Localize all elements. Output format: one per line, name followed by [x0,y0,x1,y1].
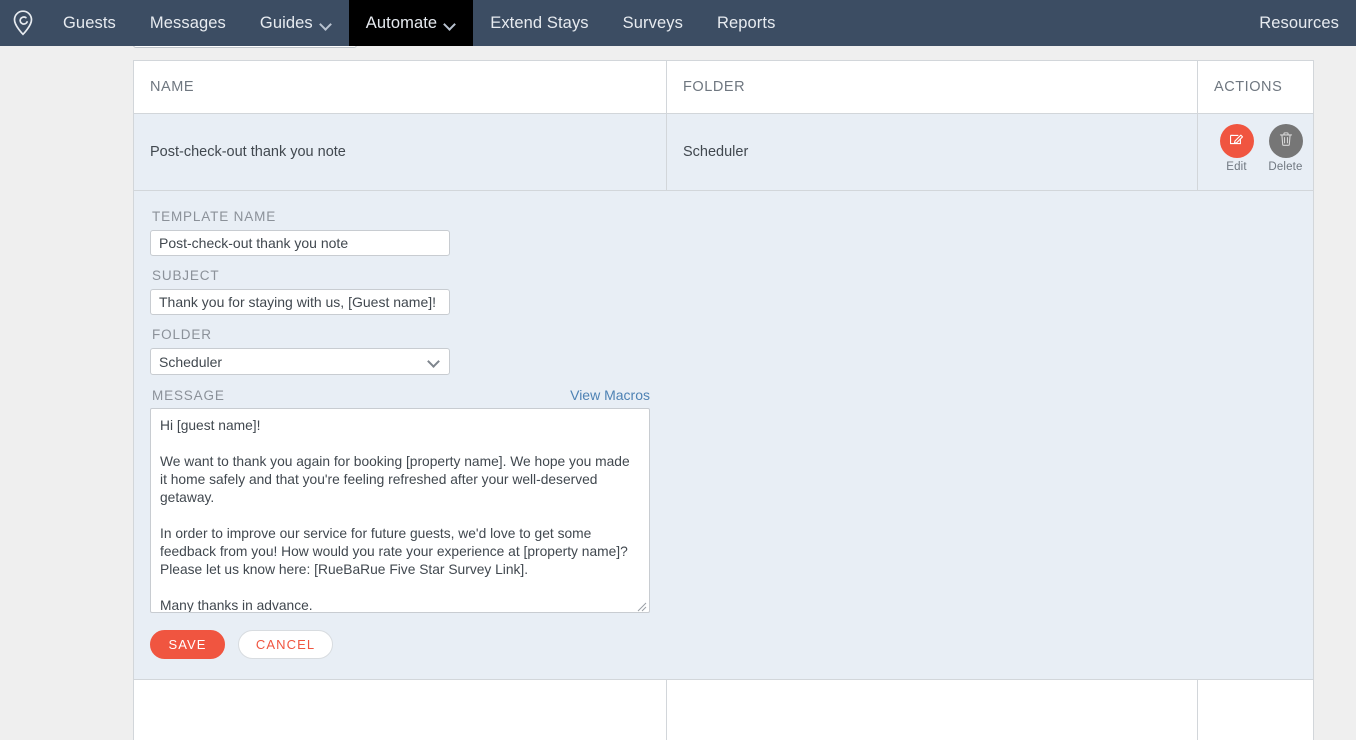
column-header-actions: ACTIONS [1214,79,1283,95]
subject-input[interactable] [150,289,450,315]
table-row[interactable] [134,680,1313,740]
pencil-square-icon [1228,131,1245,152]
field-subject: SUBJECT [150,268,1313,315]
nav-label: Surveys [622,13,683,32]
form-buttons: SAVE CANCEL [150,630,1313,659]
nav-item-resources[interactable]: Resources [1242,0,1356,46]
templates-table-header: NAME FOLDER ACTIONS [134,61,1313,114]
view-macros-link[interactable]: View Macros [570,387,650,403]
nav-item-reports[interactable]: Reports [700,0,792,46]
templates-panel: NAME FOLDER ACTIONS Post-check-out thank… [133,60,1314,740]
delete-button-label: Delete [1268,161,1303,173]
nav-label: Reports [716,13,776,32]
label-message: MESSAGE [152,388,225,403]
nav-label: Automate [365,13,438,32]
chevron-down-icon [445,20,456,27]
column-header-name: NAME [134,61,667,113]
cell-template-name: Post-check-out thank you note [134,114,667,190]
folder-select-wrapper: Scheduler [150,348,450,375]
label-folder: FOLDER [152,327,212,342]
nav-item-automate[interactable]: Automate [348,0,474,46]
edit-button-label: Edit [1226,161,1247,173]
secondary-nav-items: Resources [1242,0,1356,46]
nav-item-guides[interactable]: Guides [243,0,349,46]
field-folder: FOLDER Scheduler [150,327,1313,375]
nav-label: Guests [63,13,116,32]
nav-item-guests[interactable]: Guests [46,0,133,46]
field-message: MESSAGE View Macros Hi [guest name]! We … [150,387,1313,613]
chevron-down-icon [321,20,332,27]
cell-actions [1198,680,1313,740]
page-body: NAME FOLDER ACTIONS Post-check-out thank… [0,34,1356,740]
column-header-folder: FOLDER [667,61,1198,113]
cell-folder [667,680,1198,740]
label-template-name: TEMPLATE NAME [152,209,277,224]
save-button[interactable]: SAVE [150,630,225,659]
field-template-name: TEMPLATE NAME [150,209,1313,256]
cancel-button[interactable]: CANCEL [238,630,333,659]
nav-label: Guides [259,13,313,32]
message-header-row: MESSAGE View Macros [150,387,650,403]
primary-nav-items: Guests Messages Guides Automate Extend S… [46,0,792,46]
cell-folder: Scheduler [667,114,1198,190]
nav-label: Messages [149,13,226,32]
delete-button[interactable]: Delete [1261,124,1310,173]
message-textarea[interactable]: Hi [guest name]! We want to thank you ag… [150,408,650,613]
cell-actions: Edit Delete [1198,114,1313,190]
nav-item-extend-stays[interactable]: Extend Stays [473,0,605,46]
app-logo[interactable] [0,0,46,46]
top-navigation-bar: Guests Messages Guides Automate Extend S… [0,0,1356,46]
folder-select[interactable]: Scheduler [150,348,450,375]
table-row[interactable]: Post-check-out thank you note Scheduler [134,114,1313,191]
trash-icon [1278,131,1294,152]
template-name-input[interactable] [150,230,450,256]
nav-item-messages[interactable]: Messages [133,0,243,46]
cell-template-name [134,680,667,740]
nav-label: Resources [1259,13,1339,32]
label-subject: SUBJECT [152,268,220,283]
nav-item-surveys[interactable]: Surveys [606,0,700,46]
edit-button[interactable]: Edit [1212,124,1261,173]
edit-button-circle [1219,124,1254,158]
template-edit-form: TEMPLATE NAME SUBJECT FOLDER Scheduler M… [134,191,1313,680]
delete-button-circle [1268,124,1303,158]
nav-label: Extend Stays [490,13,589,32]
location-pin-logo-icon [12,10,34,36]
